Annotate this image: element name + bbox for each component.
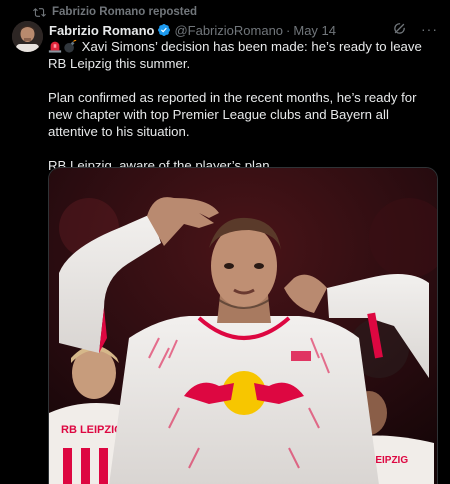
avatar-photo <box>12 21 43 52</box>
author-handle[interactable]: @FabrizioRomano <box>174 23 283 38</box>
verified-badge-icon <box>158 24 171 36</box>
repost-label: Fabrizio Romano reposted <box>52 6 198 18</box>
author-name[interactable]: Fabrizio Romano <box>49 23 154 38</box>
more-options-icon[interactable]: ··· <box>421 22 438 36</box>
tweet-paragraph-2: Plan confirmed as reported in the recent… <box>48 90 417 139</box>
tweet-timestamp[interactable]: May 14 <box>293 23 336 38</box>
siren-emoji <box>48 41 62 53</box>
tweet-header: Fabrizio Romano @FabrizioRomano · May 14… <box>49 21 438 39</box>
repost-indicator[interactable]: Fabrizio Romano reposted <box>33 4 197 20</box>
tweet-paragraph: Xavi Simons’ decision has been made: he’… <box>48 38 440 72</box>
tweet-media-image[interactable]: RB LEIPZIG RB LEIPZIG <box>48 167 438 484</box>
jersey-text-left: RB LEIPZIG <box>61 424 123 436</box>
bomb-emoji <box>64 39 77 53</box>
grok-icon[interactable] <box>392 21 407 36</box>
repost-icon <box>33 7 46 17</box>
player-photo: RB LEIPZIG RB LEIPZIG <box>49 168 437 484</box>
tweet-paragraph-1: Xavi Simons’ decision has been made: he’… <box>48 39 422 71</box>
author-avatar[interactable] <box>12 21 43 52</box>
separator-dot: · <box>286 22 291 38</box>
